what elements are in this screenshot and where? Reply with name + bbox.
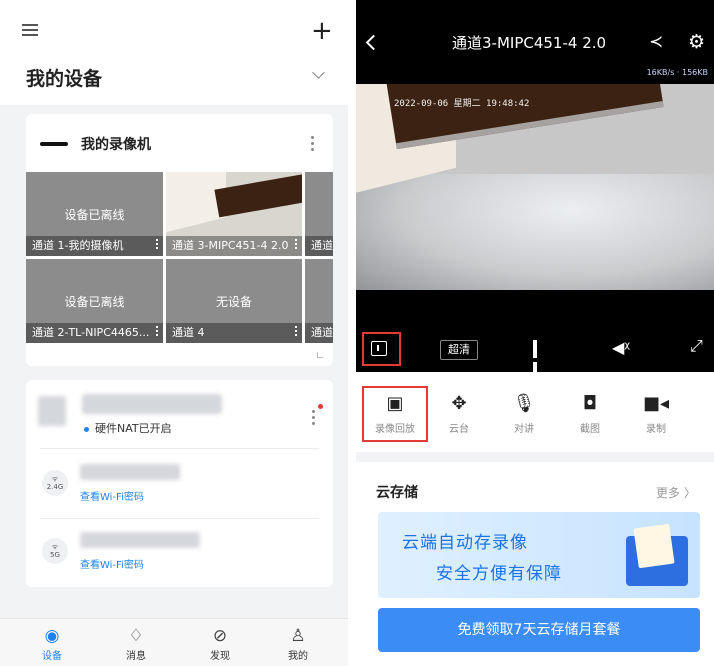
tile-caption: 通道 1-我的摄像机 [26,236,163,256]
channel-tile[interactable]: 通道 3-MIPC451-4 2.0 [166,172,302,256]
tab-discover[interactable]: ⊘ 发现 [190,625,250,662]
resize-corner-icon [317,352,323,358]
recorder-card: 我的录像机 设备已离线 通道 1-我的摄像机 通道 3-MIPC451-4 2.… [26,114,333,366]
notification-dot [318,404,323,409]
tool-talk[interactable]: 🎙 对讲 [496,392,552,435]
highlight-box [362,332,401,366]
tile-more-icon[interactable] [295,326,297,338]
tool-screenshot[interactable]: ◘ 截图 [562,392,618,435]
record-icon: ■◂ [642,393,670,414]
channel-tile[interactable]: 通道 [305,259,333,343]
share-icon[interactable]: ≺ [649,32,663,52]
person-icon: ♙ [290,626,306,646]
live-view-screen: 通道3-MIPC451-4 2.0 ≺ ⚙ 16KB/s · 156KB 202… [356,0,714,666]
recorder-icon [40,142,68,146]
device-list-screen: + 我的设备 我的录像机 设备已离线 通道 1-我的摄像机 通道 3-MIPC4… [0,0,348,666]
tile-more-icon[interactable] [295,239,297,251]
channel-title: 通道3-MIPC451-4 2.0 [452,34,607,52]
recorder-name: 我的录像机 [81,137,151,153]
wifi-password-link[interactable]: 查看Wi-Fi密码 [80,556,144,571]
bitrate-readout: 16KB/s · 156KB [646,68,708,77]
ssid-blurred [80,532,200,548]
target-icon: ◉ [44,626,60,646]
osd-timestamp: 2022-09-06 星期二 19:48:42 [394,99,530,109]
tab-me[interactable]: ♙ 我的 [268,625,328,662]
compass-icon: ⊘ [212,626,228,646]
wifi-band-label: 2.4G [46,483,64,491]
wifi-2g-icon: ᯤ 2.4G [42,470,68,496]
gear-icon[interactable]: ⚙ [688,31,705,53]
channel-tile[interactable]: 设备已离线 通道 2-TL-NIPC4465... [26,259,163,343]
recorder-more-icon[interactable] [311,136,315,154]
tile-status: 设备已离线 [64,208,125,222]
router-card: 硬件NAT已开启 ᯤ 2.4G 查看Wi-Fi密码 ᯤ 5G 查看Wi-Fi密码 [26,380,333,587]
channel-tile[interactable]: 设备已离线 通道 1-我的摄像机 [26,172,163,256]
page-title: 我的设备 [26,68,103,90]
bell-icon: ♢ [128,626,144,646]
wifi-password-link[interactable]: 查看Wi-Fi密码 [80,488,144,503]
bottom-tab-bar: ◉ 设备 ♢ 消息 ⊘ 发现 ♙ 我的 [0,618,348,666]
tool-record[interactable]: ■◂ 录制 [628,392,684,435]
cloud-title: 云存储 [376,485,418,501]
live-header: 通道3-MIPC451-4 2.0 ≺ ⚙ 16KB/s · 156KB [356,0,714,84]
channel-tile[interactable]: 无设备 通道 4 [166,259,302,343]
tile-more-icon[interactable] [156,326,158,338]
banner-line1: 云端自动存录像 [402,533,528,553]
video-stream[interactable]: 2022-09-06 星期二 19:48:42 [356,84,714,290]
tile-caption: 通道 [305,323,333,343]
back-icon[interactable] [365,34,382,51]
more-link[interactable]: 更多 〉 [656,484,696,501]
highlight-box [362,386,428,442]
tile-caption: 通道 [305,236,333,256]
free-trial-button[interactable]: 免费领取7天云存储月套餐 [378,608,700,652]
wifi-band-label: 5G [50,551,60,559]
ssid-blurred [80,464,180,480]
mic-icon: 🎙 [512,393,536,414]
tile-caption: 通道 2-TL-NIPC4465... [26,323,163,343]
mute-icon[interactable]: ◀ᵡ [612,338,630,357]
quality-button[interactable]: 超清 [440,340,478,360]
tile-more-icon[interactable] [156,239,158,251]
nat-status: 硬件NAT已开启 [84,420,172,436]
router-icon [38,396,66,426]
router-more-icon[interactable] [312,410,316,428]
tile-status: 无设备 [215,295,252,309]
wifi-5g-icon: ᯤ 5G [42,538,68,564]
fullscreen-icon[interactable]: ⤢ [690,336,703,356]
tile-status: 设备已离线 [64,295,125,309]
tab-devices[interactable]: ◉ 设备 [22,625,82,662]
banner-line2: 安全方便有保障 [436,564,562,584]
promo-banner[interactable]: 云端自动存录像 安全方便有保障 [378,512,700,598]
channel-tile[interactable]: 通道 [305,172,333,256]
player-controls [356,290,714,372]
folder-illustration-icon [626,523,688,586]
add-device-icon[interactable]: + [311,18,333,44]
tile-caption: 通道 3-MIPC451-4 2.0 [166,236,302,256]
ptz-icon: ✥ [451,393,467,414]
pause-icon[interactable] [533,340,547,380]
tile-caption: 通道 4 [166,323,302,343]
camera-icon: ◘ [582,393,598,414]
list-menu-icon[interactable] [22,24,38,38]
tool-ptz[interactable]: ✥ 云台 [431,392,487,435]
tab-messages[interactable]: ♢ 消息 [106,625,166,662]
router-name-blurred [82,394,222,414]
